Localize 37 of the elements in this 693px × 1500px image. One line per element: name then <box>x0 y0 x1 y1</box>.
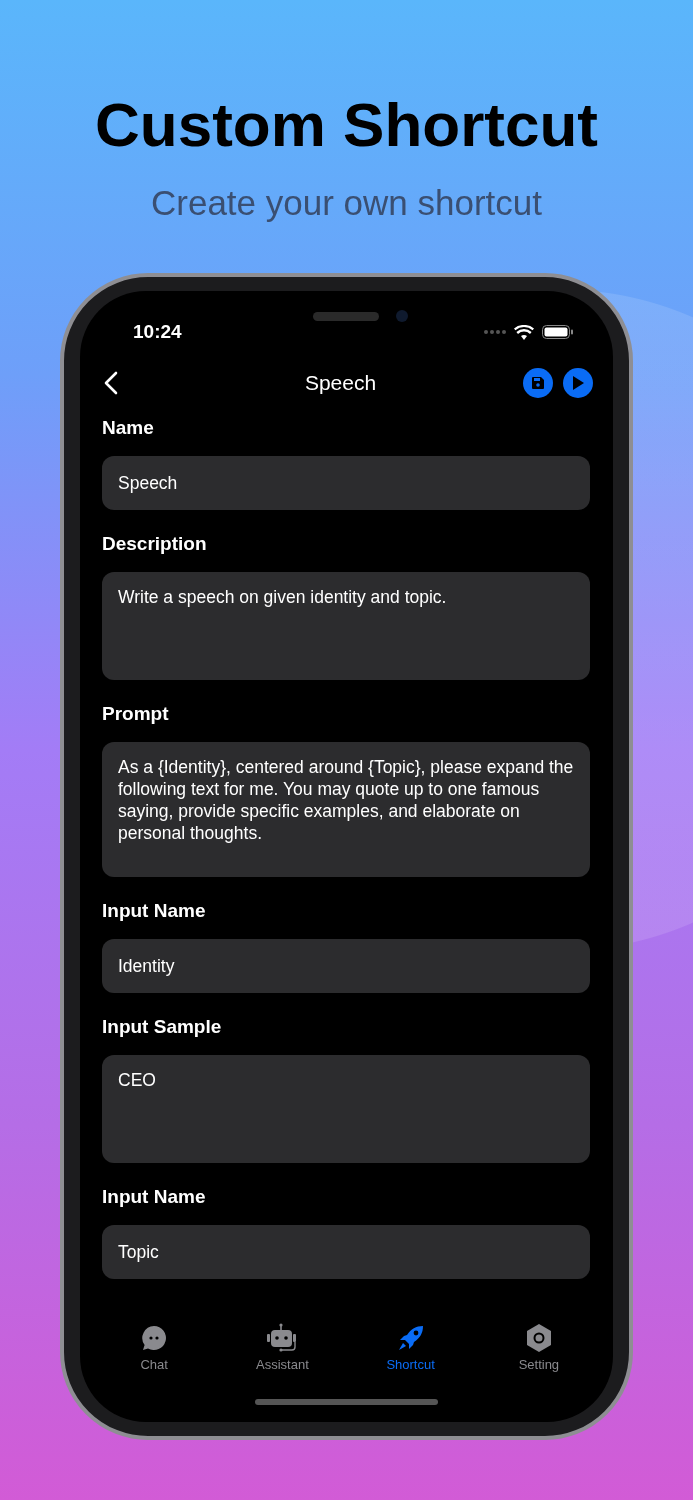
field-value: CEO <box>118 1069 156 1091</box>
back-chevron-icon[interactable] <box>104 371 118 395</box>
field-value: As a {Identity}, centered around {Topic}, please expand the following text for me. You may quote up to one famous saying, provide specific examples, and elaborate on personal thoughts. <box>118 756 574 844</box>
status-time: 10:24 <box>133 321 183 343</box>
field-label: Description <box>102 533 208 555</box>
speaker-grille <box>313 312 379 321</box>
tab[interactable]: Shortcut <box>346 1321 475 1372</box>
field-label: Prompt <box>102 703 170 725</box>
signal-dots-icon <box>484 330 506 334</box>
input-field[interactable]: Speech <box>102 456 590 510</box>
tab[interactable]: Assistant <box>218 1321 347 1372</box>
play-icon <box>572 376 584 390</box>
headline: Custom Shortcut <box>94 89 599 160</box>
input-field[interactable]: As a {Identity}, centered around {Topic}, please expand the following text for me. You may quote up to one famous saying, provide specific examples, and elaborate on personal thoughts. <box>102 742 590 877</box>
field-value: Identity <box>118 955 175 977</box>
camera-lens <box>396 310 408 322</box>
wifi-icon <box>514 324 534 340</box>
tab[interactable]: Setting <box>474 1321 603 1372</box>
hexagon-settings-icon <box>524 1323 553 1353</box>
input-field[interactable]: Write a speech on given identity and topic. <box>102 572 590 680</box>
field-label: Name <box>102 417 155 439</box>
field-label: Input Name <box>102 900 207 922</box>
screen-title: Speech <box>303 371 378 395</box>
input-field[interactable]: Identity <box>102 939 590 993</box>
field-value: Speech <box>118 472 178 494</box>
field-value: Write a speech on given identity and topic. <box>118 586 447 608</box>
tab[interactable]: Chat <box>90 1321 219 1372</box>
field-label: Input Name <box>102 1186 207 1208</box>
subheadline: Create your own shortcut <box>150 183 543 223</box>
field-value: Topic <box>118 1241 159 1263</box>
battery-icon <box>542 325 573 339</box>
save-button[interactable] <box>523 368 553 398</box>
play-button[interactable] <box>563 368 593 398</box>
input-field[interactable]: CEO <box>102 1055 590 1163</box>
field-label: Input Sample <box>102 1016 223 1038</box>
input-field[interactable]: Topic <box>102 1225 590 1279</box>
chat-bubble-icon <box>140 1324 169 1352</box>
